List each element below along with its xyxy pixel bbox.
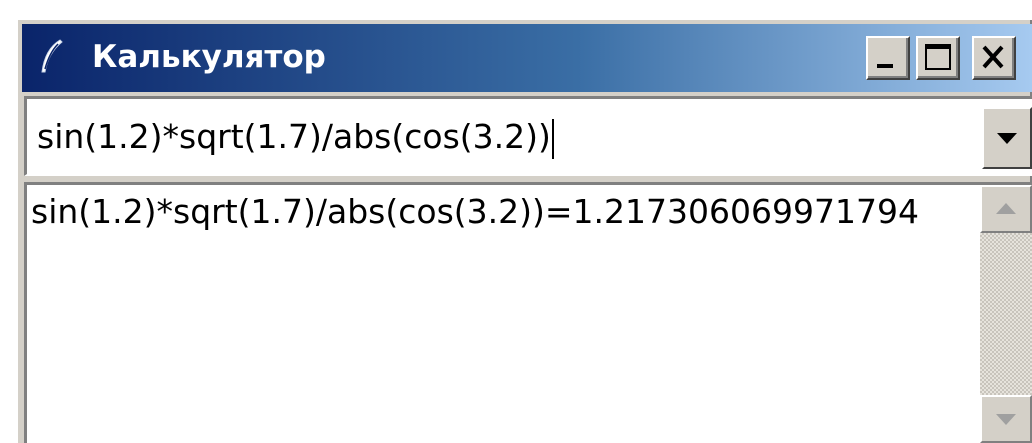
expression-combobox[interactable]: sin(1.2)*sqrt(1.7)/abs(cos(3.2)) [24,96,1032,176]
window-title: Калькулятор [92,39,326,75]
title-bar[interactable]: Калькулятор [22,24,1032,92]
minimize-button[interactable] [866,36,910,80]
scroll-up-button[interactable] [980,185,1032,233]
minimize-icon [877,64,893,68]
expression-text: sin(1.2)*sqrt(1.7)/abs(cos(3.2)) [37,117,551,156]
scroll-up-icon [996,203,1016,214]
maximize-button[interactable] [916,36,960,80]
output-area[interactable]: sin(1.2)*sqrt(1.7)/abs(cos(3.2))=1.21730… [24,182,1032,443]
chevron-down-icon [997,133,1017,144]
text-caret [551,118,554,159]
expression-input[interactable]: sin(1.2)*sqrt(1.7)/abs(cos(3.2)) [37,111,967,163]
scroll-down-icon [996,414,1016,425]
dropdown-button[interactable] [982,107,1032,169]
close-icon [982,45,1004,69]
output-line: sin(1.2)*sqrt(1.7)/abs(cos(3.2))=1.21730… [31,192,919,231]
scroll-down-button[interactable] [980,395,1032,443]
close-button[interactable] [972,36,1016,80]
calculator-window: Калькулятор sin(1.2)*sqrt(1.7)/abs(cos(3… [16,18,1032,443]
vertical-scrollbar[interactable] [980,185,1032,443]
feather-pen-icon [38,38,68,76]
maximize-icon [925,44,951,70]
